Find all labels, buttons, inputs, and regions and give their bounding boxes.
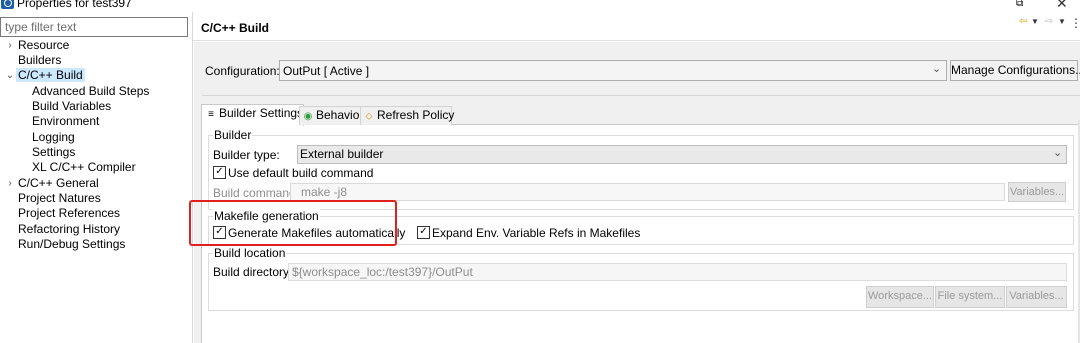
configuration-value: OutPut [ Active ] [283, 64, 370, 78]
tree-item-label: C/C++ General [18, 176, 99, 190]
tab-label: Builder Settings [219, 106, 304, 120]
tree-item-environment[interactable]: Environment [32, 114, 99, 129]
tab-behavior[interactable]: ◉ Behavior [299, 106, 364, 125]
builder-group-title: Builder [213, 128, 253, 142]
title-bar: Properties for test397 ⧉ ✕ [0, 0, 1080, 12]
workspace-button[interactable]: Workspace... [866, 286, 934, 308]
tree-item-label: Environment [32, 114, 100, 128]
build-command-field[interactable] [290, 183, 1005, 201]
chevron-right-icon[interactable]: › [5, 176, 15, 191]
tree-item-label: XL C/C++ Compiler [32, 160, 136, 174]
build-command-value: make -j8 [301, 185, 348, 199]
tree-item-cpp-general[interactable]: › C/C++ General [8, 176, 99, 191]
build-location-title: Build location [213, 246, 287, 260]
tree-item-label: Advanced Build Steps [32, 84, 150, 98]
chevron-down-icon[interactable]: ⌄ [932, 62, 941, 75]
tree-item-label: Project References [18, 206, 121, 220]
tab-refresh-policy[interactable]: ⬦ Refresh Policy [360, 106, 455, 125]
chevron-down-icon[interactable]: ⌄ [5, 68, 15, 83]
build-directory-label: Build directory: [213, 265, 293, 279]
tree-item-builders[interactable]: Builders [18, 53, 61, 68]
tree-item-label: Run/Debug Settings [18, 237, 126, 251]
tree-item-run-debug-settings[interactable]: Run/Debug Settings [18, 237, 125, 252]
chevron-down-icon[interactable]: ▼ [1058, 17, 1066, 26]
builder-type-select[interactable] [297, 145, 1067, 164]
divider [202, 95, 1080, 96]
tree-item-cpp-build[interactable]: ⌄ C/C++ Build [6, 68, 85, 83]
tree-item-label: Builders [18, 53, 62, 67]
tab-label: Behavior [316, 108, 364, 122]
close-icon[interactable]: ✕ [1056, 0, 1070, 10]
tree-item-xl-compiler[interactable]: XL C/C++ Compiler [32, 160, 136, 175]
tree-item-resource[interactable]: › Resource [8, 38, 70, 53]
chevron-down-icon[interactable]: ▼ [1031, 17, 1039, 26]
expand-env-refs-label: Expand Env. Variable Refs in Makefiles [432, 226, 641, 240]
build-command-label: Build command: [213, 186, 300, 200]
cdt-icon [1, 0, 14, 9]
tree-item-label: C/C++ Build [16, 68, 85, 82]
expand-env-refs-checkbox[interactable]: ✓ [417, 226, 430, 239]
location-variables-button[interactable]: Variables... [1006, 286, 1067, 308]
restore-icon[interactable]: ⧉ [1016, 0, 1028, 9]
tree-item-logging[interactable]: Logging [32, 130, 75, 145]
tree-item-label: Project Natures [18, 191, 101, 205]
configuration-select[interactable] [279, 60, 947, 81]
use-default-build-command-checkbox[interactable]: ✓ [213, 166, 226, 179]
filter-input[interactable] [0, 17, 188, 37]
page-title: C/C++ Build [201, 21, 270, 35]
tree-item-refactoring-history[interactable]: Refactoring History [18, 222, 120, 237]
pane-splitter[interactable] [192, 12, 193, 343]
builder-type-value: External builder [300, 147, 384, 161]
tree-item-project-references[interactable]: Project References [18, 206, 120, 221]
gray-arrow-right-icon[interactable]: ⇨ [1045, 16, 1053, 27]
tree-item-label: Refactoring History [18, 222, 121, 236]
list-icon: ≡ [208, 109, 214, 120]
tree-item-build-variables[interactable]: Build Variables [32, 99, 111, 114]
build-directory-value: ${workspace_loc:/test397}/OutPut [292, 265, 473, 279]
tree-item-advanced-build-steps[interactable]: Advanced Build Steps [32, 84, 149, 99]
tab-label: Refresh Policy [377, 108, 455, 122]
tree-item-label: Build Variables [32, 99, 112, 113]
tab-builder-settings[interactable]: ≡ Builder Settings [201, 104, 304, 126]
configuration-label: Configuration: [205, 64, 280, 78]
tree-item-project-natures[interactable]: Project Natures [18, 191, 101, 206]
chevron-right-icon[interactable]: › [5, 38, 15, 53]
tree-item-label: Resource [18, 38, 70, 52]
view-menu-icon[interactable]: ⋮ [1070, 16, 1080, 30]
manage-configurations-button[interactable]: Manage Configurations... [950, 60, 1080, 81]
builder-type-label: Builder type: [213, 148, 280, 162]
file-system-button[interactable]: File system... [935, 286, 1005, 308]
chevron-down-icon[interactable]: ⌄ [1053, 146, 1062, 159]
green-dot-icon: ◉ [303, 111, 313, 122]
variables-button[interactable]: Variables... [1008, 182, 1066, 202]
window-title: Properties for test397 [17, 0, 132, 10]
tree-item-label: Logging [32, 130, 75, 144]
tree-item-label: Settings [32, 145, 76, 159]
yellow-arrow-left-icon[interactable]: ⇦ [1019, 16, 1029, 27]
divider [193, 40, 1080, 41]
tree-item-settings[interactable]: Settings [32, 145, 75, 160]
highlight-annotation [189, 200, 397, 246]
use-default-build-command-label: Use default build command [228, 166, 374, 180]
refresh-key-icon: ⬦ [365, 111, 373, 122]
